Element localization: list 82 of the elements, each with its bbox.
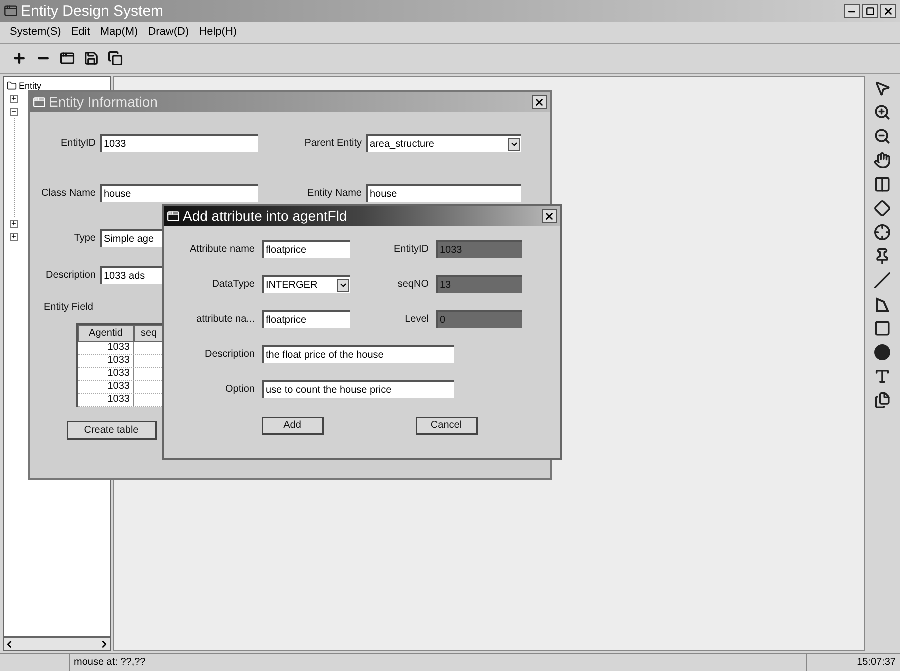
hand-icon[interactable]: [874, 152, 890, 169]
field-label: Description: [204, 348, 256, 362]
field-label: EntityID: [392, 242, 430, 256]
pointer-icon[interactable]: [874, 80, 890, 97]
columns-icon[interactable]: [874, 176, 890, 193]
crosshair-icon[interactable]: [874, 224, 890, 241]
field-label: attribute na...: [196, 312, 256, 326]
text-field[interactable]: house: [366, 184, 521, 202]
tree-item[interactable]: Entity: [19, 82, 42, 90]
section-label: Entity Field: [44, 301, 94, 315]
field-label: seqNO: [396, 278, 430, 292]
window-icon: [33, 96, 46, 108]
menu-item[interactable]: Edit: [71, 24, 90, 41]
menu-item[interactable]: Map(M): [100, 24, 138, 41]
table-cell: 1033: [78, 381, 134, 393]
expand-icon[interactable]: [10, 232, 18, 240]
close-button[interactable]: [542, 209, 557, 223]
status-time: 15:07:37: [806, 654, 900, 671]
field-label: EntityID: [60, 136, 97, 150]
field-label: Attribute name: [188, 242, 256, 256]
dropdown[interactable]: area_structure: [366, 134, 521, 152]
status-message: mouse at: ??,??: [73, 656, 147, 670]
diamond-icon[interactable]: [874, 200, 890, 217]
close-icon: [534, 96, 545, 108]
field-label: Parent Entity: [304, 136, 363, 150]
circle-icon[interactable]: [874, 344, 890, 361]
zoom-out-icon[interactable]: [874, 128, 890, 145]
line-icon[interactable]: [874, 272, 890, 289]
table-cell: 1033: [78, 368, 134, 380]
text-field[interactable]: use to count the house price: [262, 380, 454, 398]
close-button[interactable]: [880, 4, 896, 18]
column-header[interactable]: Agentid: [78, 325, 134, 342]
menu-item[interactable]: Help(H): [199, 24, 238, 41]
add-button[interactable]: Add: [262, 417, 324, 435]
files-icon[interactable]: [874, 392, 890, 409]
maximize-button[interactable]: [862, 4, 878, 18]
expand-icon[interactable]: [10, 94, 18, 102]
folder-icon: [7, 81, 17, 91]
maximize-icon: [866, 6, 874, 16]
close-button[interactable]: [532, 95, 547, 109]
text-field[interactable]: 1033: [100, 134, 258, 152]
dropdown[interactable]: INTERGER: [262, 275, 350, 293]
caret-icon: [508, 138, 520, 150]
cancel-button[interactable]: Cancel: [416, 417, 478, 435]
horizontal-scrollbar[interactable]: [3, 637, 111, 651]
polygon-icon[interactable]: [874, 296, 890, 313]
expand-icon[interactable]: [10, 220, 18, 228]
menu-item[interactable]: System(S): [10, 24, 62, 41]
text-field[interactable]: floatprice: [262, 240, 350, 258]
field-label: Class Name: [40, 186, 97, 200]
menu-item[interactable]: Draw(D): [148, 24, 190, 41]
window-title: Entity Design System: [21, 4, 164, 18]
minimize-button[interactable]: [844, 4, 860, 18]
save-icon[interactable]: [84, 51, 99, 66]
rectangle-icon[interactable]: [874, 320, 890, 337]
collapse-icon[interactable]: [10, 108, 18, 116]
table-cell: 1033: [78, 355, 134, 367]
text-field[interactable]: floatprice: [262, 310, 350, 328]
close-icon: [882, 6, 894, 16]
window-icon[interactable]: [60, 51, 75, 66]
field-label: Option: [224, 382, 256, 396]
window-icon: [167, 210, 180, 222]
close-icon: [544, 210, 555, 222]
field-label: Type: [73, 232, 97, 246]
table-cell: 1033: [78, 394, 134, 406]
text-field[interactable]: the float price of the house: [262, 345, 454, 363]
app-icon: [4, 4, 18, 18]
zoom-in-icon[interactable]: [874, 104, 890, 121]
text-field[interactable]: house: [100, 184, 258, 202]
dialog-title: Add attribute into agentFld: [183, 209, 348, 223]
field-label: DataType: [211, 278, 256, 292]
create-table-button[interactable]: Create table: [67, 421, 157, 440]
plus-icon[interactable]: [12, 51, 27, 66]
field-label: Level: [404, 312, 430, 326]
field-label: Description: [44, 268, 97, 282]
dialog-title: Entity Information: [49, 95, 158, 109]
text-tool-icon[interactable]: [874, 368, 890, 385]
copy-icon[interactable]: [108, 51, 123, 66]
pin-icon[interactable]: [874, 248, 890, 265]
caret-icon: [337, 278, 349, 292]
table-cell: 1033: [78, 342, 134, 354]
field-label: Entity Name: [306, 186, 363, 200]
